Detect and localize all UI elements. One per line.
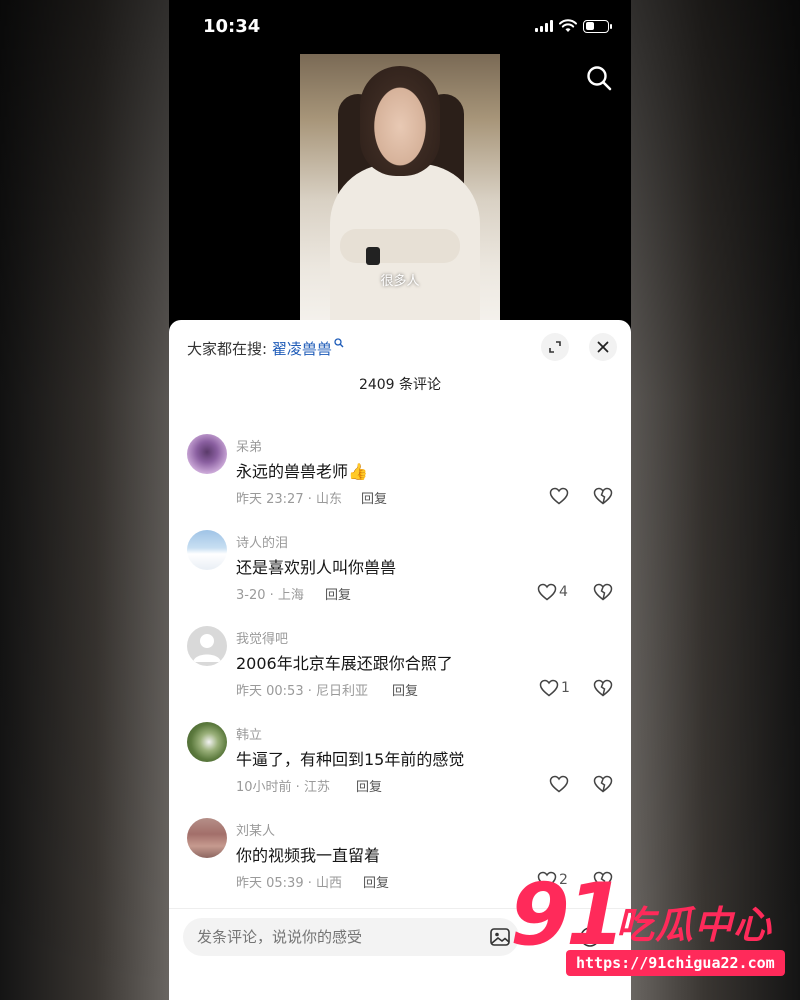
like-button[interactable]: 1 — [539, 678, 570, 698]
comment-text: 你的视频我一直留着 — [236, 846, 381, 865]
like-button[interactable] — [549, 774, 571, 794]
comment-text: 永远的兽兽老师👍 — [236, 462, 368, 481]
battery-icon — [583, 19, 612, 33]
hot-search[interactable]: 大家都在搜: 翟凌兽兽 — [187, 338, 344, 359]
small-search-icon — [334, 338, 344, 348]
like-count: 1 — [561, 680, 570, 696]
hot-search-keyword[interactable]: 翟凌兽兽 — [272, 340, 332, 358]
status-time: 10:34 — [203, 16, 261, 37]
comment-username[interactable]: 诗人的泪 — [236, 532, 288, 551]
avatar[interactable] — [187, 818, 227, 858]
phone-screen: 10:34 很多人 大家都在搜: 翟凌兽兽 2409 条评论 呆弟 永远的兽兽老… — [169, 0, 631, 1000]
status-bar: 10:34 — [169, 0, 631, 54]
avatar[interactable] — [187, 434, 227, 474]
comment-username[interactable]: 韩立 — [236, 724, 262, 743]
watermark-logo: 91 吃瓜中心 https://91chigua22.com — [510, 872, 800, 982]
close-button[interactable] — [589, 333, 617, 361]
comment-text: 2006年北京车展还跟你合照了 — [236, 654, 453, 673]
watermark-number: 91 — [510, 865, 626, 965]
reply-button[interactable]: 回复 — [356, 776, 382, 795]
default-avatar-icon — [193, 634, 221, 662]
comment-meta: 昨天 05:39 · 山西 — [236, 876, 342, 891]
comment-input[interactable] — [183, 918, 519, 956]
close-icon — [597, 341, 609, 353]
heart-icon — [537, 583, 557, 601]
avatar[interactable] — [187, 626, 227, 666]
watermark-url: https://91chigua22.com — [566, 950, 785, 976]
heart-icon — [549, 775, 569, 793]
comment-item: 我觉得吧 2006年北京车展还跟你合照了 昨天 00:53 · 尼日利亚 回复 … — [169, 626, 631, 722]
reply-button[interactable]: 回复 — [361, 488, 387, 507]
expand-icon — [549, 341, 561, 353]
watermark-title: 吃瓜中心 — [616, 903, 773, 947]
comment-item: 诗人的泪 还是喜欢别人叫你兽兽 3-20 · 上海 回复 4 — [169, 530, 631, 626]
comment-text: 牛逼了，有种回到15年前的感觉 — [236, 750, 465, 769]
reply-button[interactable]: 回复 — [363, 872, 389, 891]
wifi-icon — [559, 19, 577, 32]
image-icon[interactable] — [489, 926, 511, 948]
expand-button[interactable] — [541, 333, 569, 361]
comment-meta: 3-20 · 上海 — [236, 588, 304, 603]
avatar[interactable] — [187, 530, 227, 570]
status-icons — [535, 19, 612, 33]
comment-list: 呆弟 永远的兽兽老师👍 昨天 23:27 · 山东 回复 诗人的泪 还是喜欢别人… — [169, 405, 631, 905]
reply-button[interactable]: 回复 — [325, 584, 351, 603]
broken-heart-icon[interactable] — [593, 678, 613, 698]
video-player[interactable]: 很多人 — [300, 54, 500, 320]
comment-username[interactable]: 我觉得吧 — [236, 628, 288, 647]
reply-button[interactable]: 回复 — [392, 680, 418, 699]
like-count: 4 — [559, 584, 568, 600]
comment-item: 韩立 牛逼了，有种回到15年前的感觉 10小时前 · 江苏 回复 — [169, 722, 631, 818]
comment-item: 呆弟 永远的兽兽老师👍 昨天 23:27 · 山东 回复 — [169, 434, 631, 530]
comment-count: 2409 条评论 — [358, 377, 442, 393]
heart-icon — [549, 487, 569, 505]
comment-text: 还是喜欢别人叫你兽兽 — [236, 558, 397, 577]
comment-meta: 昨天 23:27 · 山东 — [236, 492, 342, 507]
avatar[interactable] — [187, 722, 227, 762]
video-subtitle: 很多人 — [380, 274, 420, 289]
like-button[interactable]: 4 — [537, 582, 568, 602]
comment-username[interactable]: 刘某人 — [236, 820, 275, 839]
like-button[interactable] — [549, 486, 571, 506]
cellular-signal-icon — [535, 20, 553, 32]
broken-heart-icon[interactable] — [593, 774, 613, 794]
comment-username[interactable]: 呆弟 — [236, 436, 262, 455]
comment-meta: 10小时前 · 江苏 — [236, 780, 330, 795]
broken-heart-icon[interactable] — [593, 486, 613, 506]
broken-heart-icon[interactable] — [593, 582, 613, 602]
heart-icon — [539, 679, 559, 697]
comment-meta: 昨天 00:53 · 尼日利亚 — [236, 684, 368, 699]
search-icon[interactable] — [585, 64, 613, 92]
hot-search-label: 大家都在搜: — [187, 340, 272, 358]
